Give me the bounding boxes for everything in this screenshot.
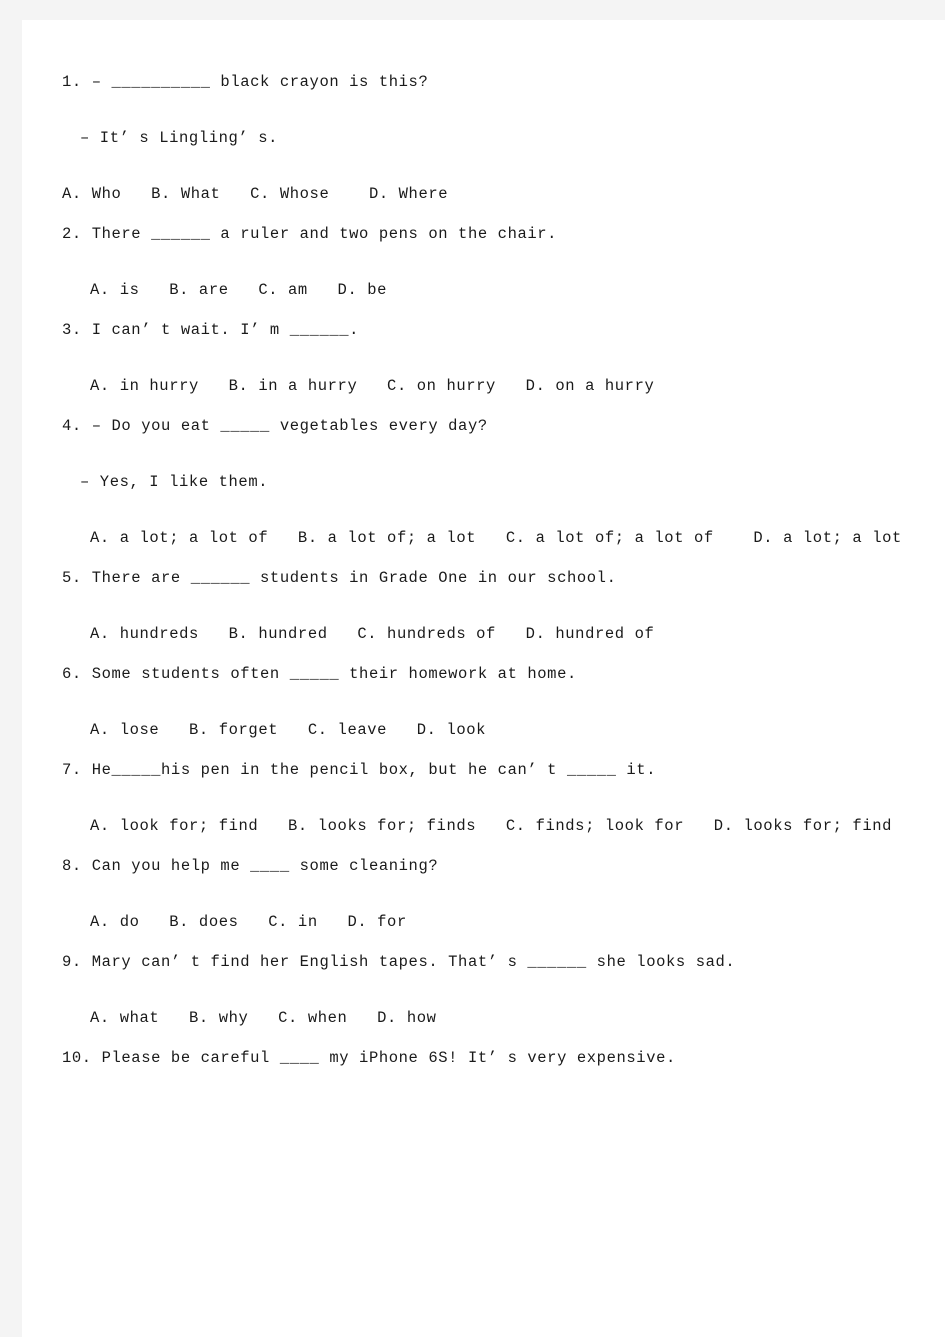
question-stem: 1. – __________ black crayon is this? (62, 73, 429, 91)
question-item: 1. – __________ black crayon is this? – … (62, 68, 912, 208)
question-stem: 6. Some students often _____ their homew… (62, 665, 577, 683)
question-stem: 2. There ______ a ruler and two pens on … (62, 225, 558, 243)
question-options[interactable]: A. a lot; a lot of B. a lot of; a lot C.… (62, 524, 912, 552)
question-options[interactable]: A. look for; find B. looks for; finds C.… (62, 812, 912, 840)
question-item: 10. Please be careful ____ my iPhone 6S!… (62, 1044, 912, 1072)
question-stem: 10. Please be careful ____ my iPhone 6S!… (62, 1049, 676, 1067)
question-stem: 8. Can you help me ____ some cleaning? (62, 857, 439, 875)
question-item: 6. Some students often _____ their homew… (62, 660, 912, 744)
question-options[interactable]: A. what B. why C. when D. how (62, 1004, 912, 1032)
question-item: 5. There are ______ students in Grade On… (62, 564, 912, 648)
page-sheet: 1. – __________ black crayon is this? – … (22, 20, 945, 1337)
question-reply-line: – It’ s Lingling’ s. (80, 129, 279, 147)
question-stem: 9. Mary can’ t find her English tapes. T… (62, 953, 736, 971)
question-reply-line: – Yes, I like them. (80, 473, 269, 491)
question-options[interactable]: A. hundreds B. hundred C. hundreds of D.… (62, 620, 912, 648)
question-item: 7. He_____his pen in the pencil box, but… (62, 756, 912, 840)
question-item: 4. – Do you eat _____ vegetables every d… (62, 412, 912, 552)
question-stem: 5. There are ______ students in Grade On… (62, 569, 617, 587)
question-options[interactable]: A. is B. are C. am D. be (62, 276, 912, 304)
question-stem: 4. – Do you eat _____ vegetables every d… (62, 417, 488, 435)
question-stem: 3. I can’ t wait. I’ m ______. (62, 321, 360, 339)
worksheet-content: 1. – __________ black crayon is this? – … (62, 68, 912, 1084)
question-stem: 7. He_____his pen in the pencil box, but… (62, 761, 657, 779)
question-options[interactable]: A. do B. does C. in D. for (62, 908, 912, 936)
question-item: 8. Can you help me ____ some cleaning? A… (62, 852, 912, 936)
question-options[interactable]: A. in hurry B. in a hurry C. on hurry D.… (62, 372, 912, 400)
question-options[interactable]: A. lose B. forget C. leave D. look (62, 716, 912, 744)
question-item: 3. I can’ t wait. I’ m ______. A. in hur… (62, 316, 912, 400)
question-item: 2. There ______ a ruler and two pens on … (62, 220, 912, 304)
question-item: 9. Mary can’ t find her English tapes. T… (62, 948, 912, 1032)
question-options[interactable]: A. Who B. What C. Whose D. Where (62, 180, 912, 208)
